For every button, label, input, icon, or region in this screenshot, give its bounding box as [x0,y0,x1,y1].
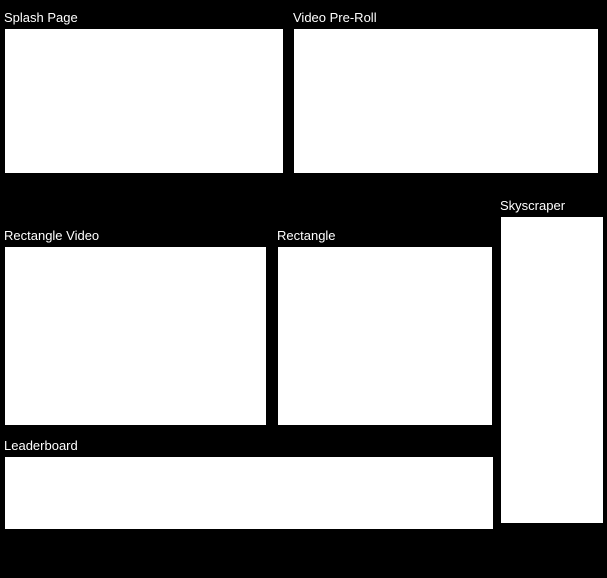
unit-skyscraper: Skyscraper [500,198,604,524]
label-rectangle-video: Rectangle Video [4,228,267,243]
label-skyscraper: Skyscraper [500,198,604,213]
placeholder-skyscraper [500,216,604,524]
unit-rectangle: Rectangle [277,228,493,426]
label-rectangle: Rectangle [277,228,493,243]
ad-layout-diagram: Splash Page Video Pre-Roll Rectangle Vid… [0,0,607,578]
unit-leaderboard: Leaderboard [4,438,494,530]
placeholder-rectangle [277,246,493,426]
placeholder-rectangle-video [4,246,267,426]
unit-video-preroll: Video Pre-Roll [293,10,599,174]
placeholder-leaderboard [4,456,494,530]
unit-splash-page: Splash Page [4,10,284,174]
label-splash-page: Splash Page [4,10,284,25]
unit-rectangle-video: Rectangle Video [4,228,267,426]
placeholder-splash-page [4,28,284,174]
placeholder-video-preroll [293,28,599,174]
label-leaderboard: Leaderboard [4,438,494,453]
label-video-preroll: Video Pre-Roll [293,10,599,25]
